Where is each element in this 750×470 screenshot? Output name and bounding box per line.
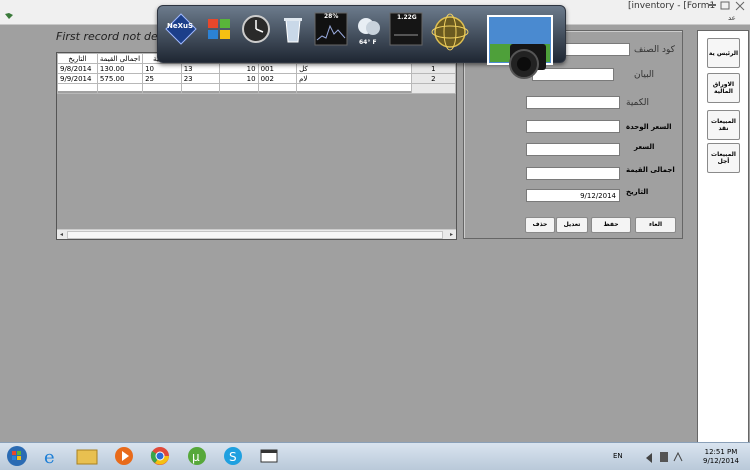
date-label: التاريخ (626, 188, 649, 196)
col-total[interactable]: اجمالى القيمة (96, 53, 144, 64)
quantity-field[interactable] (526, 96, 620, 109)
edit-button[interactable]: تعديل (556, 217, 588, 233)
svg-text:µ: µ (192, 450, 200, 464)
gadget-dock: NeXuS 28% 64° F 1.22G (157, 5, 566, 79)
cell-c4[interactable]: 13 (180, 63, 221, 74)
table-row[interactable]: 9/8/2014 130.00 10 13 10 001 كل 1 (57, 63, 457, 74)
price-label: السعر (634, 143, 655, 151)
windows-logo-icon[interactable] (202, 12, 236, 46)
cell-qty[interactable]: 10 (142, 63, 182, 74)
utorrent-icon[interactable]: µ (185, 445, 209, 467)
svg-text:e: e (44, 447, 55, 467)
scrollbar-thumb[interactable] (67, 231, 443, 239)
clock-time: 12:51 PM (704, 448, 738, 456)
nav-credit-sales-button[interactable]: المبيعات أجل (707, 143, 740, 173)
description-label: البيان (634, 70, 655, 80)
total-field[interactable] (526, 167, 620, 180)
cell-name[interactable]: كل (296, 63, 412, 74)
cell-c5[interactable]: 10 (219, 73, 259, 84)
cell-c4[interactable]: 23 (180, 73, 221, 84)
delete-button[interactable]: حذف (525, 217, 555, 233)
cell-name[interactable]: لام (296, 73, 412, 84)
save-button[interactable]: حفظ (591, 217, 631, 233)
date-field[interactable]: 9/12/2014 (526, 189, 620, 202)
cell-code[interactable]: 001 (257, 63, 298, 74)
unit-price-field[interactable] (526, 120, 620, 133)
cancel-button[interactable]: الغاء (635, 217, 676, 233)
cpu-percent: 28% (324, 13, 339, 20)
clock-date: 9/12/2014 (703, 457, 739, 465)
cell-qty[interactable]: 25 (142, 73, 182, 84)
records-grid[interactable]: التاريخ اجمالى القيمة الكمية 9/8/2014 13… (56, 52, 457, 240)
col-date[interactable]: التاريخ (57, 53, 98, 64)
cell-date[interactable]: 9/9/2014 (57, 73, 98, 84)
navigation-panel: الرئيس ية الاوراق المالية المبيعات نقد ا… (697, 30, 749, 444)
cell-total[interactable]: 130.00 (96, 63, 144, 74)
cell-date[interactable]: 9/8/2014 (57, 63, 98, 74)
language-indicator[interactable]: EN (613, 452, 623, 460)
scroll-left-icon[interactable]: ◂ (57, 230, 66, 239)
menu-mark[interactable]: عد (728, 14, 736, 22)
table-row-new[interactable] (57, 83, 457, 94)
cell-index[interactable]: 1 (410, 63, 457, 74)
code-label: كود الصنف (634, 45, 675, 55)
recycle-bin-icon[interactable] (276, 12, 310, 46)
cell-total[interactable]: 575.00 (96, 73, 144, 84)
cell-index[interactable]: 2 (410, 73, 457, 84)
nav-securities-button[interactable]: الاوراق المالية (707, 73, 740, 103)
price-field[interactable] (526, 143, 620, 156)
file-explorer-icon[interactable] (75, 445, 99, 467)
internet-explorer-icon[interactable]: e (40, 445, 64, 467)
table-row[interactable]: 9/9/2014 575.00 25 23 10 002 لام 2 (57, 73, 457, 84)
camera-photo-icon[interactable] (486, 14, 556, 82)
nav-home-button[interactable]: الرئيس ية (707, 38, 740, 68)
svg-text:S: S (229, 450, 237, 464)
cell-code[interactable]: 002 (257, 73, 298, 84)
system-clock[interactable]: 12:51 PM 9/12/2014 (703, 448, 739, 466)
scroll-right-icon[interactable]: ▸ (447, 230, 456, 239)
app-window-icon[interactable] (257, 445, 281, 467)
window-title: [inventory - [Form1 (628, 1, 716, 11)
nav-cash-sales-button[interactable]: المبيعات نقد (707, 110, 740, 140)
weather-temp: 64° F (359, 39, 377, 46)
clock-icon[interactable] (239, 12, 273, 46)
skype-icon[interactable]: S (221, 445, 245, 467)
quantity-label: الكمية (626, 98, 649, 108)
nexus-label: NeXuS (167, 22, 194, 30)
globe-icon[interactable] (430, 10, 470, 54)
unit-price-label: السعر الوحدة (626, 123, 672, 131)
total-label: اجمالى القيمة (626, 166, 675, 174)
cell-c5[interactable]: 10 (219, 63, 259, 74)
media-player-icon[interactable] (112, 445, 136, 467)
taskbar: e µ S (0, 442, 750, 470)
window-controls-icon[interactable] (706, 1, 746, 11)
app-icon (5, 13, 13, 19)
start-button-icon[interactable] (4, 445, 30, 467)
date-value: 9/12/2014 (580, 192, 616, 200)
network-value: 1.22G (397, 14, 417, 21)
tray-icons[interactable] (642, 445, 692, 467)
horizontal-scrollbar[interactable]: ◂ ▸ (57, 229, 456, 239)
chrome-icon[interactable] (148, 445, 172, 467)
